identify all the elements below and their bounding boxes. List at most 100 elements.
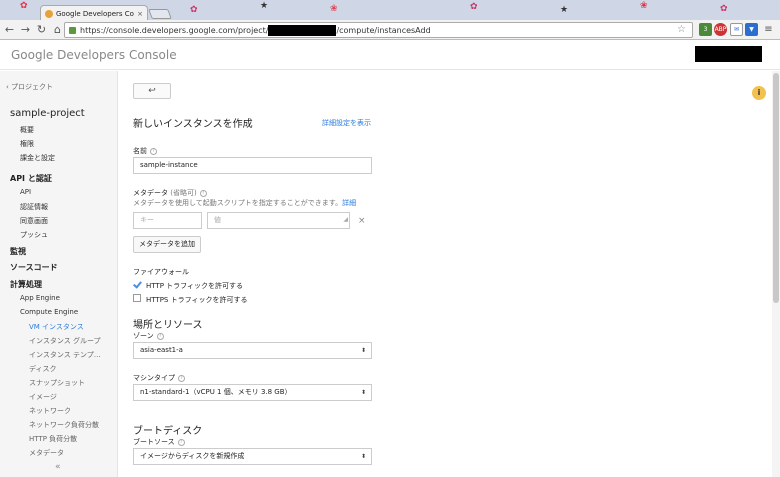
star-decoration: ★	[560, 5, 569, 15]
adblock-icon[interactable]: ABP	[714, 23, 727, 36]
help-icon[interactable]: ?	[156, 332, 164, 340]
metadata-detail-link[interactable]: 詳細	[342, 199, 356, 207]
sidebar-item-snapshots[interactable]: スナップショット	[29, 378, 85, 388]
star-decoration: ★	[260, 1, 269, 11]
sidebar-item-consent[interactable]: 同意画面	[20, 216, 48, 226]
logo-product: Developers Console	[57, 48, 177, 62]
sidebar-section-source[interactable]: ソースコード	[10, 262, 58, 273]
metadata-label-text: メタデータ	[133, 189, 168, 197]
download-icon[interactable]: ▼	[745, 23, 758, 36]
help-icon[interactable]: ?	[178, 374, 185, 382]
back-button[interactable]: ↩	[133, 83, 171, 99]
caret-icon: ⬍	[360, 453, 366, 460]
account-redacted[interactable]	[695, 46, 762, 62]
info-icon[interactable]: i	[752, 86, 766, 100]
browser-tab[interactable]: Google Developers Conso ×	[40, 5, 148, 20]
sidebar-back-label: プロジェクト	[11, 83, 54, 91]
add-metadata-button[interactable]: メタデータを追加	[133, 236, 201, 253]
metadata-value-placeholder: 値	[214, 216, 221, 224]
metadata-description: メタデータを使用して起動スクリプトを指定することができます。詳細	[133, 198, 356, 208]
metadata-desc-text: メタデータを使用して起動スクリプトを指定することができます。	[133, 199, 343, 207]
metadata-value-input[interactable]: 値 ◢	[207, 212, 350, 229]
zone-label-text: ゾーン	[133, 332, 154, 340]
sidebar-item-api[interactable]: API	[20, 188, 31, 196]
sidebar-back-link[interactable]: ‹ プロジェクト	[6, 82, 53, 92]
sidebar-item-overview[interactable]: 概要	[20, 125, 34, 135]
name-label-text: 名前	[133, 147, 147, 155]
machine-type-label-text: マシンタイプ	[133, 374, 175, 382]
scrollbar-thumb[interactable]	[773, 73, 779, 303]
name-label: 名前?	[133, 146, 157, 156]
back-icon[interactable]: ←	[3, 23, 16, 36]
forward-icon[interactable]: →	[19, 23, 32, 36]
url-suffix: /compute/instancesAdd	[336, 25, 431, 35]
boot-source-label-text: ブートソース	[133, 438, 175, 446]
sidebar-item-metadata[interactable]: メタデータ	[29, 448, 64, 458]
extension-badge-icon[interactable]: 3	[699, 23, 712, 36]
page-title: 新しいインスタンスを作成	[133, 119, 253, 130]
metadata-label: メタデータ (省略可)?	[133, 188, 207, 198]
tab-close-icon[interactable]: ×	[137, 10, 143, 18]
sidebar-item-credentials[interactable]: 認証情報	[20, 202, 48, 212]
machine-type-select[interactable]: n1-standard-1（vCPU 1 個、メモリ 3.8 GB） ⬍	[133, 384, 372, 401]
sidebar-item-network-lb[interactable]: ネットワーク負荷分散	[29, 420, 99, 430]
sidebar-item-disks[interactable]: ディスク	[29, 364, 57, 374]
flower-decoration: ❀	[330, 4, 338, 14]
caret-icon: ⬍	[360, 347, 366, 354]
remove-metadata-icon[interactable]: ×	[358, 216, 366, 226]
new-tab-button[interactable]	[148, 9, 172, 19]
scrollbar[interactable]	[772, 71, 780, 477]
sidebar-item-vm-instances[interactable]: VM インスタンス	[29, 322, 84, 332]
boot-source-label: ブートソース?	[133, 437, 185, 447]
sidebar-collapse-icon[interactable]: «	[55, 462, 61, 472]
sidebar-item-images[interactable]: イメージ	[29, 392, 57, 402]
resize-handle-icon[interactable]: ◢	[343, 212, 348, 227]
sidebar-item-compute-engine[interactable]: Compute Engine	[20, 308, 78, 316]
machine-type-label: マシンタイプ?	[133, 373, 185, 383]
metadata-optional: (省略可)	[170, 189, 197, 197]
http-label[interactable]: HTTP トラフィックを許可する	[146, 281, 243, 291]
https-label[interactable]: HTTPS トラフィックを許可する	[146, 295, 247, 305]
favicon-icon	[45, 9, 53, 18]
project-name[interactable]: sample-project	[10, 108, 85, 119]
zone-label: ゾーン?	[133, 331, 164, 341]
sidebar-section-monitoring[interactable]: 監視	[10, 246, 26, 257]
sidebar-item-billing[interactable]: 課金と設定	[20, 153, 55, 163]
advanced-settings-link[interactable]: 詳細設定を表示	[322, 118, 371, 128]
sidebar-item-http-lb[interactable]: HTTP 負荷分散	[29, 434, 77, 444]
bookmark-star-icon[interactable]: ☆	[677, 24, 686, 35]
flower-decoration: ✿	[470, 2, 478, 12]
http-checkbox[interactable]	[133, 280, 141, 288]
sidebar-item-networks[interactable]: ネットワーク	[29, 406, 71, 416]
home-icon[interactable]: ⌂	[51, 23, 64, 36]
boot-disk-heading: ブートディスク	[133, 426, 203, 437]
sidebar-item-instance-groups[interactable]: インスタンス グループ	[29, 336, 101, 346]
boot-source-value: イメージからディスクを新規作成	[140, 452, 245, 460]
sidebar-section-compute[interactable]: 計算処理	[10, 279, 42, 290]
sidebar-item-permissions[interactable]: 権限	[20, 139, 34, 149]
location-heading: 場所とリソース	[133, 320, 203, 331]
sidebar-item-push[interactable]: プッシュ	[20, 230, 48, 240]
sidebar-item-app-engine[interactable]: App Engine	[20, 294, 60, 302]
metadata-key-input[interactable]: キー	[133, 212, 202, 229]
address-bar[interactable]: https://console.developers.google.com/pr…	[64, 22, 693, 38]
mail-icon[interactable]: ✉	[730, 23, 743, 36]
flower-decoration: ✿	[190, 5, 198, 15]
sidebar	[0, 71, 118, 477]
app-logo[interactable]: Google Developers Console	[11, 48, 177, 62]
help-icon[interactable]: ?	[199, 189, 207, 197]
https-checkbox[interactable]	[133, 294, 141, 302]
sidebar-section-api[interactable]: API と認証	[10, 173, 52, 184]
help-icon[interactable]: ?	[150, 147, 157, 155]
boot-source-select[interactable]: イメージからディスクを新規作成 ⬍	[133, 448, 372, 465]
menu-icon[interactable]: ≡	[762, 23, 775, 36]
flower-decoration: ✿	[20, 1, 28, 11]
sidebar-item-instance-templates[interactable]: インスタンス テンプ…	[29, 350, 101, 360]
tab-title: Google Developers Conso	[56, 9, 134, 18]
zone-select[interactable]: asia-east1-a ⬍	[133, 342, 372, 359]
name-input[interactable]: sample-instance	[133, 157, 372, 174]
help-icon[interactable]: ?	[177, 438, 185, 446]
browser-tab-bar: ✿ ✿ ★ ❀ ✿ ★ ❀ ✿ Google Developers Conso …	[0, 0, 780, 20]
reload-icon[interactable]: ↻	[35, 23, 48, 36]
machine-type-value: n1-standard-1（vCPU 1 個、メモリ 3.8 GB）	[140, 388, 292, 396]
